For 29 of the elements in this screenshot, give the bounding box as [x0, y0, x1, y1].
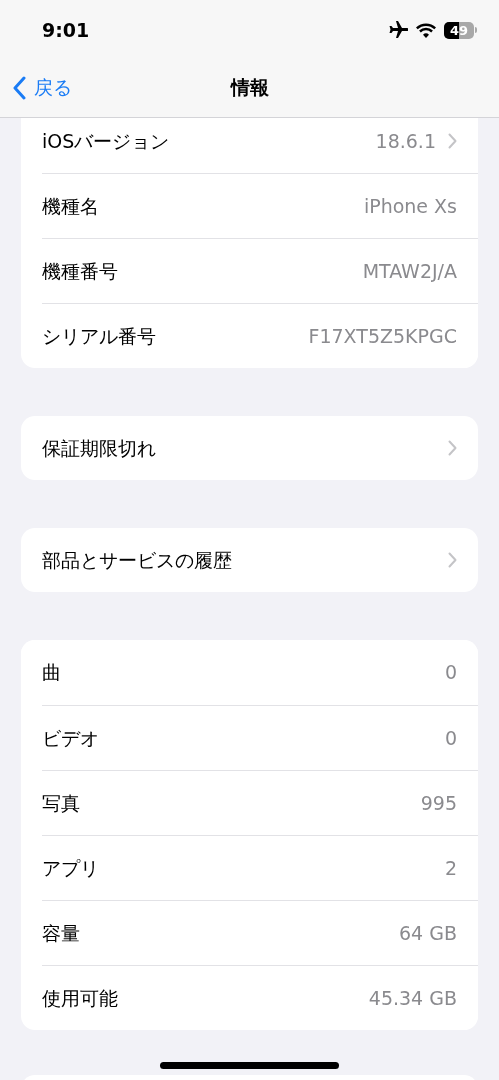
row-label: 機種名 [42, 193, 100, 219]
row-value: 2 [444, 855, 457, 881]
row-label: アプリ [42, 855, 100, 881]
row-value: 45.34 GB [368, 985, 457, 1011]
row-label: 使用可能 [42, 985, 119, 1011]
row-label: ビデオ [42, 725, 100, 751]
row-label: 部品とサービスの履歴 [42, 547, 233, 573]
row-value: F17XT5Z5KPGC [308, 323, 457, 349]
row-label: 曲 [42, 660, 62, 686]
row-value: MTAW2J/A [362, 258, 457, 284]
status-time: 9:01 [42, 17, 90, 43]
row-value: 0 [444, 660, 457, 686]
row-value: 64 GB [399, 920, 457, 946]
row-label: 保証期限切れ [42, 435, 157, 461]
row-label: iOSバージョン [42, 128, 171, 154]
wifi-icon [416, 22, 436, 38]
battery-percent: 49 [449, 23, 469, 37]
row-value: iPhone Xs [363, 193, 457, 219]
nav-title: 情報 [230, 75, 269, 101]
back-chevron-icon [12, 75, 26, 100]
row-label: シリアル番号 [42, 323, 157, 349]
row-value: 0 [444, 725, 457, 751]
row-label: 機種番号 [42, 258, 119, 284]
row-value: 995 [420, 790, 457, 816]
row-value: 18.6.1 [375, 128, 436, 154]
airplane-icon [388, 21, 408, 39]
row-label: 写真 [42, 790, 81, 816]
row-label: 容量 [42, 920, 81, 946]
back-button[interactable]: 戻る [12, 73, 72, 102]
